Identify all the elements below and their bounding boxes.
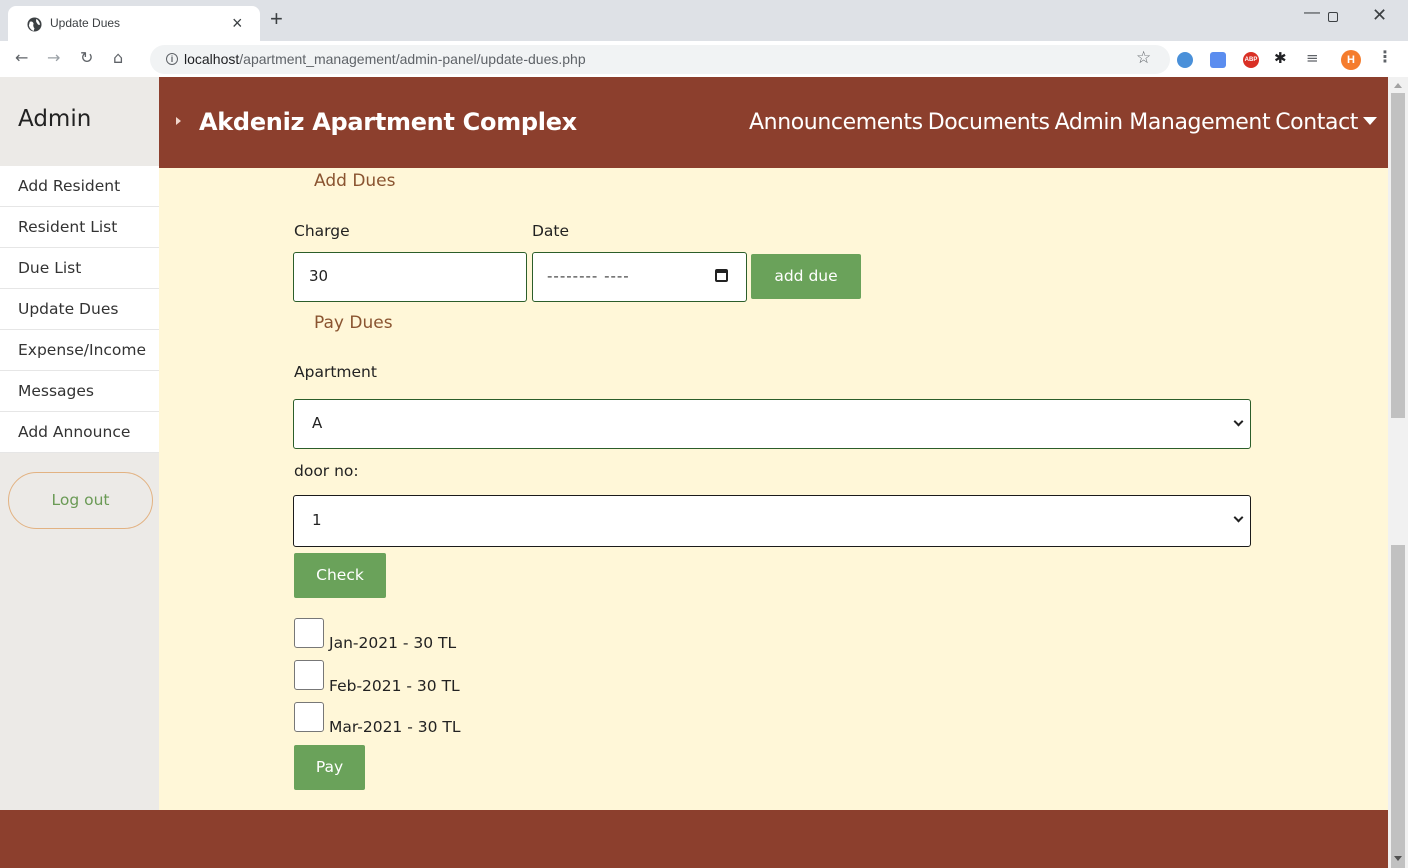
adblock-icon[interactable]: ABP xyxy=(1243,52,1259,68)
site-header: Akdeniz Apartment Complex Announcements D… xyxy=(159,77,1388,168)
due-checkbox[interactable] xyxy=(294,660,324,690)
back-icon[interactable]: ← xyxy=(15,48,28,67)
check-button[interactable]: Check xyxy=(294,553,386,598)
due-label: Jan-2021 - 30 TL xyxy=(329,634,457,652)
date-label: Date xyxy=(532,222,570,240)
tab-title: Update Dues xyxy=(50,16,121,30)
charge-label: Charge xyxy=(294,222,350,240)
due-checkbox[interactable] xyxy=(294,702,324,732)
new-tab-icon[interactable]: + xyxy=(270,6,283,32)
charge-input[interactable]: 30 xyxy=(293,252,527,302)
chevron-down-icon[interactable] xyxy=(1233,416,1244,427)
calendar-icon[interactable] xyxy=(715,269,728,282)
sidebar-item-due-list[interactable]: Due List xyxy=(0,248,159,289)
scroll-down-icon[interactable] xyxy=(1394,856,1402,861)
door-no-select[interactable]: 1 xyxy=(293,495,1251,547)
logout-button[interactable]: Log out xyxy=(8,472,153,529)
scrollbar-thumb[interactable] xyxy=(1391,545,1405,868)
sidebar-item-add-resident[interactable]: Add Resident xyxy=(0,166,159,207)
nav-contact[interactable]: Contact xyxy=(1275,110,1358,135)
browser-toolbar: ← → ↻ ⌂ i localhost/apartment_management… xyxy=(0,41,1408,77)
scroll-up-icon[interactable] xyxy=(1394,83,1402,88)
bookmark-star-icon[interactable]: ☆ xyxy=(1136,48,1151,68)
door-no-selected-value: 1 xyxy=(312,511,322,529)
close-tab-icon[interactable]: × xyxy=(232,13,243,34)
site-footer xyxy=(0,810,1388,868)
apartment-select[interactable]: A xyxy=(293,399,1251,449)
toggle-caret-icon[interactable] xyxy=(176,117,181,125)
reading-list-icon[interactable]: ≡ xyxy=(1306,49,1322,67)
sidebar-item-add-announce[interactable]: Add Announce xyxy=(0,412,159,453)
apartment-label: Apartment xyxy=(294,363,377,381)
url-text[interactable]: localhost/apartment_management/admin-pan… xyxy=(184,51,586,67)
date-value: -------- ---- xyxy=(547,267,630,285)
pay-button[interactable]: Pay xyxy=(294,745,365,790)
sidebar-item-resident-list[interactable]: Resident List xyxy=(0,207,159,248)
sidebar: Admin Add Resident Resident List Due Lis… xyxy=(0,77,159,810)
door-no-label: door no: xyxy=(294,462,359,480)
translate-extension-icon[interactable] xyxy=(1210,52,1226,68)
restore-icon[interactable] xyxy=(1328,12,1338,22)
top-nav: Announcements Documents Admin Management Co… xyxy=(749,110,1382,135)
globe-icon xyxy=(27,17,42,32)
due-label: Mar-2021 - 30 TL xyxy=(329,718,461,736)
profile-avatar[interactable]: H xyxy=(1341,50,1361,70)
info-icon[interactable]: i xyxy=(166,53,178,65)
date-input[interactable]: -------- ---- xyxy=(532,252,747,302)
browser-tab[interactable]: Update Dues × xyxy=(8,6,260,41)
nav-announcements[interactable]: Announcements xyxy=(749,110,923,135)
minimize-icon[interactable]: — xyxy=(1304,4,1320,22)
window-close-icon[interactable]: ✕ xyxy=(1372,5,1387,26)
sidebar-title: Admin xyxy=(18,106,92,132)
home-icon[interactable]: ⌂ xyxy=(113,48,123,67)
due-label: Feb-2021 - 30 TL xyxy=(329,677,460,695)
main-content: Add Dues Charge Date 30 -------- ---- ad… xyxy=(159,168,1388,810)
due-checkbox[interactable] xyxy=(294,618,324,648)
nav-documents[interactable]: Documents xyxy=(928,110,1050,135)
nav-admin-management[interactable]: Admin Management xyxy=(1055,110,1271,135)
page-scrollbar[interactable] xyxy=(1388,77,1408,868)
browser-tab-bar: Update Dues × + — ✕ xyxy=(0,0,1408,41)
caret-down-icon[interactable] xyxy=(1363,117,1377,125)
menu-kebab-icon[interactable]: ⋮ xyxy=(1377,47,1393,66)
address-bar[interactable]: i localhost/apartment_management/admin-p… xyxy=(150,45,1170,74)
scrollbar-track-upper xyxy=(1391,93,1405,418)
url-host: localhost xyxy=(184,51,240,67)
sidebar-menu: Add Resident Resident List Due List Upda… xyxy=(0,166,159,453)
chevron-down-icon[interactable] xyxy=(1233,512,1244,523)
brand-title[interactable]: Akdeniz Apartment Complex xyxy=(199,108,577,136)
sidebar-item-update-dues[interactable]: Update Dues xyxy=(0,289,159,330)
reload-icon[interactable]: ↻ xyxy=(80,48,93,67)
sidebar-item-messages[interactable]: Messages xyxy=(0,371,159,412)
add-dues-heading: Add Dues xyxy=(314,171,396,191)
add-due-button[interactable]: add due xyxy=(751,254,861,299)
pay-dues-heading: Pay Dues xyxy=(314,313,393,333)
extensions-puzzle-icon[interactable]: ✱ xyxy=(1274,49,1290,67)
url-path: /apartment_management/admin-panel/update… xyxy=(239,51,586,67)
apartment-selected-value: A xyxy=(312,414,323,432)
sidebar-item-expense-income[interactable]: Expense/Income xyxy=(0,330,159,371)
extension-icon[interactable] xyxy=(1177,52,1193,68)
forward-icon[interactable]: → xyxy=(47,48,60,67)
